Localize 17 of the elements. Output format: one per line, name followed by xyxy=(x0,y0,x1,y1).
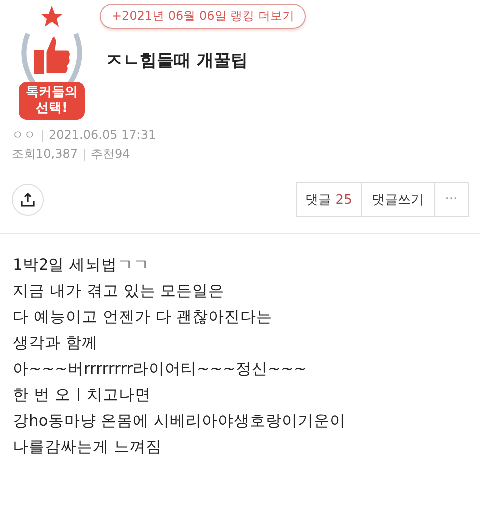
post-title: ㅈㄴ힘들때 개꿀팁 xyxy=(106,50,249,72)
post-text-line: 생각과 함께 xyxy=(13,334,99,353)
post-text-line: 나를감싸는게 느껴짐 xyxy=(13,438,163,457)
post-text-line: 아~~~버rrrrrrrr라이어티~~~정신~~~ xyxy=(13,360,308,379)
post-text-line: 지금 내가 겪고 있는 모든일은 xyxy=(13,282,226,301)
badge-label: 톡커들의 선택! xyxy=(19,82,85,120)
share-icon xyxy=(21,192,35,206)
post-date: 2021.06.05 17:31 xyxy=(49,127,156,144)
share-button[interactable] xyxy=(12,184,44,216)
post-text-line: 1박2일 세뇌법ㄱㄱ xyxy=(13,256,151,275)
post-text-line: 한 번 오ㅣ치고나면 xyxy=(13,386,152,405)
ranking-link[interactable]: +2021년 06월 06일 랭킹 더보기 xyxy=(100,4,306,29)
author-name: ㅇㅇ xyxy=(12,127,36,144)
recommend-count: 추천94 xyxy=(91,146,130,163)
post-text-line: 강ho동마냥 온몸에 시베리아야생호랑이기운이 xyxy=(13,412,348,431)
post-text-line: 다 예능이고 언젠가 다 괜찮아진다는 xyxy=(13,308,274,327)
view-count: 조회10,387 xyxy=(12,146,78,163)
